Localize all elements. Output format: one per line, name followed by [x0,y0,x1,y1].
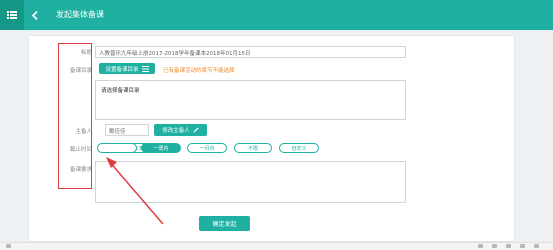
chevron-left-icon [32,10,38,20]
title-input[interactable]: 人教普乐九年级上册2017-2018学年备课本2018年01月15日 [95,46,406,58]
status-icon [506,244,511,248]
back-button[interactable] [24,0,46,30]
hamburger-icon [7,11,17,19]
page-title: 发起集体备课 [56,10,104,19]
status-icon [492,244,497,248]
set-catalog-button-label: 设置备课目录 [105,66,139,73]
list-icon [141,65,149,72]
highlight-rectangle [58,43,92,189]
deadline-option-custom[interactable]: 自定义 [279,143,319,153]
catalog-display[interactable]: 请选择备课目录 [95,80,406,120]
requirement-textarea[interactable] [95,161,406,203]
status-icon [520,244,525,248]
scrollbar[interactable] [546,32,552,240]
pencil-icon [193,127,199,133]
change-presenter-label: 修改主备人 [162,128,190,134]
status-icon [534,244,539,248]
deadline-option-3days-visual[interactable] [97,143,137,153]
set-catalog-button[interactable]: 设置备课目录 [99,63,155,74]
deadline-option-1week[interactable]: 一周内 [141,143,181,153]
submit-button[interactable]: 确定发起 [199,216,250,231]
status-icon [478,244,483,248]
catalog-placeholder: 请选择备课目录 [101,88,140,94]
status-icon [6,244,11,248]
presenter-input[interactable]: 戴佳佳 [105,124,149,136]
catalog-note: 已有备课活动的章节不能选择 [163,68,235,74]
change-presenter-button[interactable]: 修改主备人 [154,124,207,136]
deadline-option-1month[interactable]: 一月内 [187,143,227,153]
menu-button[interactable] [0,0,24,30]
top-bar: 发起集体备课 [0,0,553,30]
deadline-option-unlimited[interactable]: 不限 [234,143,272,153]
